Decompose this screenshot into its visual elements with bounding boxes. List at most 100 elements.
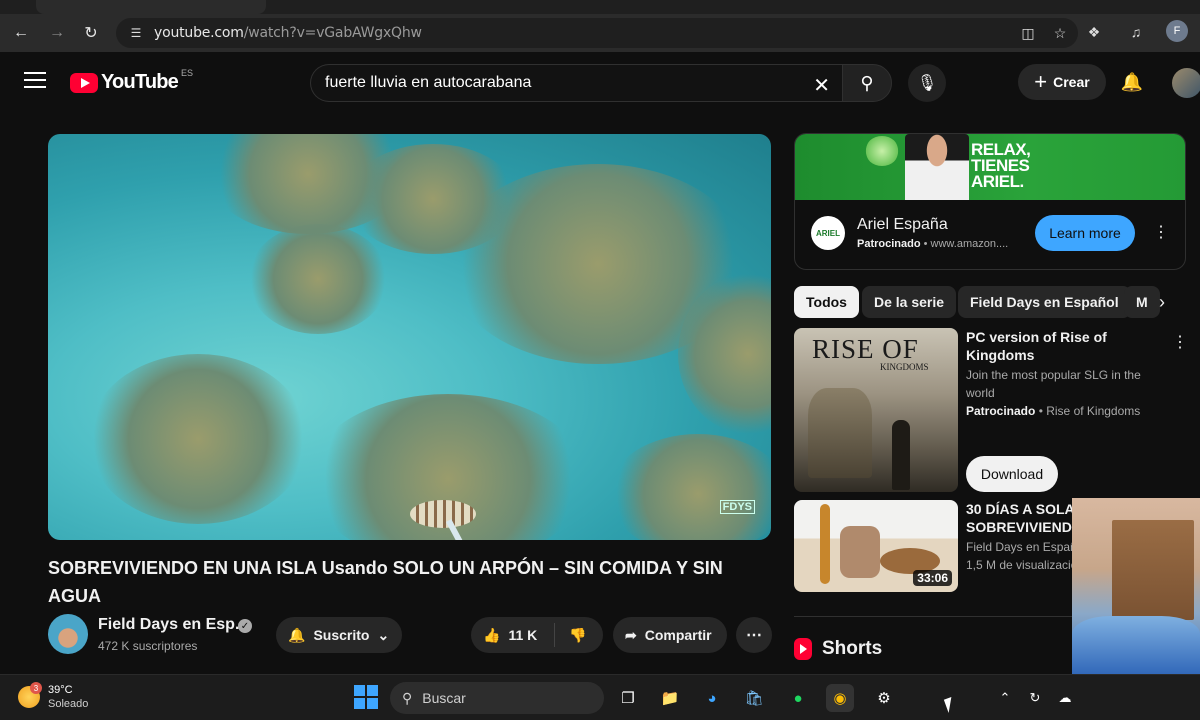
ad-leaf-graphic — [865, 136, 899, 166]
create-label: Crear — [1053, 74, 1090, 90]
search-icon: ⚲ — [860, 72, 874, 93]
tray-chevron-up-icon[interactable]: ⌃ — [994, 687, 1016, 709]
like-dislike-group: 👍 11 K 👎 — [471, 617, 603, 653]
profile-avatar[interactable]: F — [1166, 20, 1188, 42]
thumb-title: RISE OF — [812, 334, 919, 364]
menu-icon[interactable] — [24, 72, 46, 90]
learn-more-button[interactable]: Learn more — [1035, 215, 1135, 251]
back-arrow-icon[interactable]: ← — [8, 20, 34, 46]
chip-field-days[interactable]: Field Days en Español — [958, 286, 1131, 318]
share-arrow-icon: ➦ — [625, 626, 637, 643]
rec-sponsored-line: Patrocinado • Rise of Kingdoms — [966, 404, 1141, 418]
channel-watermark: FDYS — [719, 500, 755, 514]
more-horizontal-icon: ⋯ — [746, 627, 762, 644]
create-button[interactable]: + Crear — [1018, 64, 1106, 100]
video-title: SOBREVIVIENDO EN UNA ISLA Usando SOLO UN… — [48, 558, 723, 606]
site-info-icon[interactable]: ☰ — [126, 23, 146, 43]
thumbs-up-icon: 👍 — [483, 626, 501, 643]
taskbar-search[interactable]: ⚲ Buscar — [390, 682, 604, 714]
dislike-button[interactable]: 👎 — [555, 627, 601, 644]
spotify-icon[interactable]: ● — [784, 684, 812, 712]
account-avatar[interactable] — [1172, 68, 1200, 98]
temperature: 39°C — [48, 684, 73, 696]
edge-browser-icon[interactable]: ◕ — [698, 684, 726, 712]
task-view-icon[interactable]: ❐ — [614, 684, 642, 712]
chevron-right-icon[interactable]: › — [1150, 290, 1174, 314]
more-actions-button[interactable]: ⋯ — [736, 617, 772, 653]
weather-widget[interactable]: 3 39°C Soleado — [18, 682, 88, 711]
youtube-logo[interactable]: YouTube ES — [70, 68, 193, 94]
browser-tabstrip — [0, 0, 1200, 14]
rec-thumbnail[interactable]: RISE OF KINGDOMS — [794, 328, 958, 492]
url-text[interactable]: youtube.com/watch?v=vGabAWgxQhw — [154, 25, 422, 41]
chip-de-la-serie[interactable]: De la serie — [862, 286, 957, 318]
sync-icon[interactable]: ↻ — [1024, 687, 1046, 709]
stick-graphic — [820, 504, 830, 584]
forward-arrow-icon[interactable]: → — [44, 20, 70, 46]
video-owner-row: Field Days en Esp... ✓ 472 K suscriptore… — [48, 614, 772, 654]
media-controls-icon[interactable]: ♫ — [1124, 20, 1148, 44]
ad-more-options-icon[interactable]: ⋮ — [1153, 222, 1169, 242]
bed-graphic — [1072, 616, 1200, 676]
rec-more-options-icon[interactable]: ⋮ — [1172, 332, 1188, 352]
reef-coral — [248, 224, 388, 334]
country-code: ES — [180, 68, 193, 78]
windows-taskbar: 3 39°C Soleado ⚲ Buscar ❐ 📁 ◕ 🛍 ● ◉ ⚙ ⌃ … — [0, 674, 1200, 720]
youtube-play-icon — [70, 72, 98, 93]
cast-icon[interactable]: ◫ — [1018, 23, 1038, 43]
shorts-heading: Shorts — [794, 638, 882, 660]
channel-name[interactable]: Field Days en Esp... — [98, 616, 248, 634]
browser-toolbar: ← → ↻ ☰ youtube.com/watch?v=vGabAWgxQhw … — [0, 14, 1200, 52]
ad-advertiser-name[interactable]: Ariel España — [857, 216, 948, 234]
search-query: fuerte lluvia en autocarabana — [325, 74, 532, 91]
rec-thumbnail[interactable]: 33:06 — [794, 500, 958, 592]
weather-badge: 3 — [30, 682, 42, 694]
search-button[interactable]: ⚲ — [842, 64, 892, 102]
ad-card[interactable]: Relax, tienes Ariel. ARIEL Ariel España … — [794, 133, 1186, 270]
figure-graphic — [892, 420, 910, 490]
download-button[interactable]: Download — [966, 456, 1058, 492]
thumbs-down-icon: 👎 — [569, 626, 587, 643]
url-path: /watch?v=vGabAWgxQhw — [243, 25, 422, 41]
voice-search-button[interactable]: 🎙 — [908, 64, 946, 102]
video-player[interactable]: FDYS — [48, 134, 771, 540]
channel-avatar[interactable] — [48, 614, 88, 654]
search-input[interactable]: fuerte lluvia en autocarabana ✕ — [310, 64, 842, 102]
logo-text: YouTube — [101, 71, 179, 93]
file-explorer-icon[interactable]: 📁 — [656, 684, 684, 712]
chevron-down-icon: ⌄ — [377, 626, 390, 643]
notifications-bell-icon[interactable]: 🔔 — [1120, 70, 1144, 94]
share-label: Compartir — [644, 627, 712, 643]
extensions-puzzle-icon[interactable]: ❖ — [1082, 20, 1106, 44]
ad-person-graphic — [905, 134, 969, 200]
windows-start-icon[interactable] — [354, 685, 378, 709]
shorts-logo-icon — [794, 638, 812, 660]
subscribed-button[interactable]: 🔔 Suscrito ⌄ — [276, 617, 402, 653]
fish — [410, 500, 476, 528]
clear-search-icon[interactable]: ✕ — [813, 73, 830, 98]
ad-slogan: Relax, tienes Ariel. — [971, 140, 1031, 191]
ad-sponsored-line: Patrocinado • www.amazon.... — [857, 238, 1009, 250]
store-icon[interactable]: 🛍 — [740, 684, 768, 712]
verified-badge-icon: ✓ — [238, 619, 252, 633]
chip-todos[interactable]: Todos — [794, 286, 859, 318]
like-button[interactable]: 👍 11 K — [471, 623, 555, 647]
browser-tab[interactable] — [36, 0, 266, 14]
address-bar[interactable]: ☰ youtube.com/watch?v=vGabAWgxQhw ◫ ☆ — [116, 18, 1078, 48]
reload-icon[interactable]: ↻ — [78, 20, 104, 46]
rec-title[interactable]: PC version of Rise of Kingdoms — [966, 328, 1172, 364]
people-graphic — [840, 526, 880, 578]
ad-advertiser-logo[interactable]: ARIEL — [811, 216, 845, 250]
sphinx-graphic — [808, 388, 872, 478]
chrome-icon[interactable]: ◉ — [826, 684, 854, 712]
thumb-subtitle: KINGDOMS — [880, 362, 929, 372]
bookmark-star-icon[interactable]: ☆ — [1050, 23, 1070, 43]
network-icon[interactable]: ☁ — [1054, 687, 1076, 709]
shorts-label: Shorts — [822, 638, 883, 659]
reef-coral — [608, 434, 771, 540]
ad-banner[interactable]: Relax, tienes Ariel. — [795, 134, 1185, 200]
app-icon[interactable]: ⚙ — [870, 684, 898, 712]
recommendation-item[interactable]: RISE OF KINGDOMS PC version of Rise of K… — [794, 328, 1188, 494]
share-button[interactable]: ➦ Compartir — [613, 617, 727, 653]
sun-icon: 3 — [18, 682, 42, 708]
